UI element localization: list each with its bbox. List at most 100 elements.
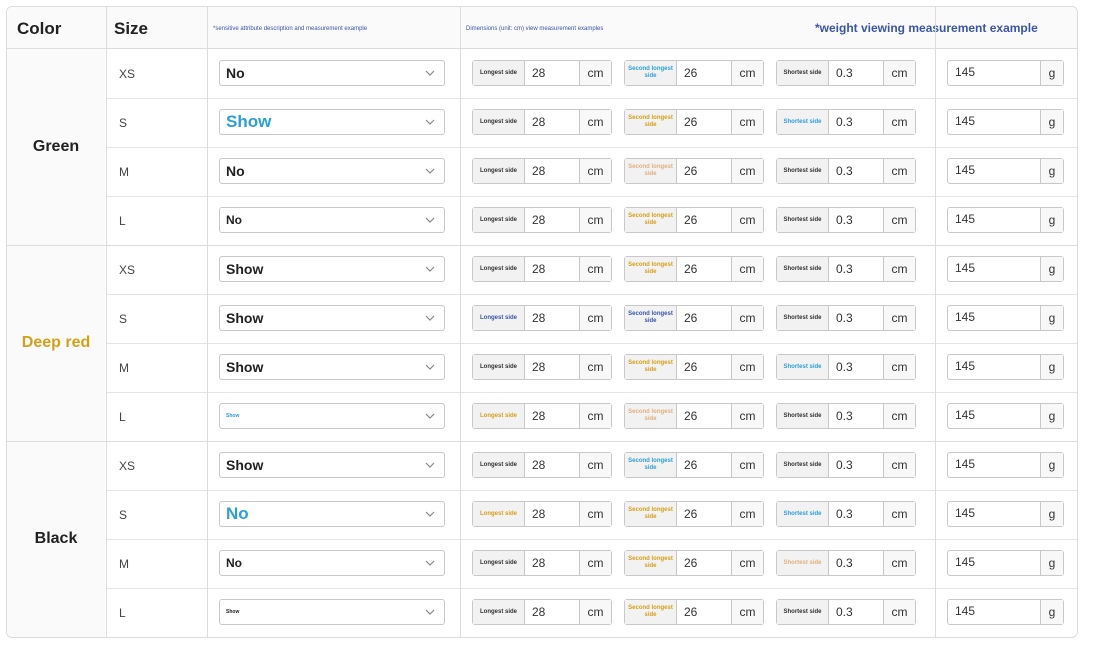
second-longest-side-field[interactable]: Second longest side 26 cm	[624, 599, 764, 625]
field-value[interactable]: 0.3	[829, 502, 883, 526]
field-value[interactable]: 28	[525, 110, 579, 134]
attribute-select[interactable]: Show	[219, 403, 445, 429]
weight-field[interactable]: 145 g	[947, 207, 1064, 233]
weight-value[interactable]: 145	[948, 453, 1040, 477]
weight-field[interactable]: 145 g	[947, 60, 1064, 86]
field-value[interactable]: 28	[525, 159, 579, 183]
weight-value[interactable]: 145	[948, 600, 1040, 624]
weight-field[interactable]: 145 g	[947, 599, 1064, 625]
longest-side-field[interactable]: Longest side 28 cm	[472, 60, 612, 86]
field-value[interactable]: 26	[677, 306, 731, 330]
weight-field[interactable]: 145 g	[947, 109, 1064, 135]
shortest-side-field[interactable]: Shortest side 0.3 cm	[776, 354, 916, 380]
shortest-side-field[interactable]: Shortest side 0.3 cm	[776, 158, 916, 184]
second-longest-side-field[interactable]: Second longest side 26 cm	[624, 60, 764, 86]
weight-field[interactable]: 145 g	[947, 158, 1064, 184]
field-value[interactable]: 26	[677, 61, 731, 85]
field-value[interactable]: 0.3	[829, 551, 883, 575]
attribute-select[interactable]: No	[219, 550, 445, 576]
second-longest-side-field[interactable]: Second longest side 26 cm	[624, 158, 764, 184]
field-value[interactable]: 26	[677, 110, 731, 134]
second-longest-side-field[interactable]: Second longest side 26 cm	[624, 109, 764, 135]
weight-field[interactable]: 145 g	[947, 305, 1064, 331]
shortest-side-field[interactable]: Shortest side 0.3 cm	[776, 60, 916, 86]
field-value[interactable]: 28	[525, 453, 579, 477]
second-longest-side-field[interactable]: Second longest side 26 cm	[624, 452, 764, 478]
attribute-select[interactable]: No	[219, 207, 445, 233]
weight-field[interactable]: 145 g	[947, 354, 1064, 380]
field-value[interactable]: 0.3	[829, 257, 883, 281]
field-value[interactable]: 26	[677, 600, 731, 624]
shortest-side-field[interactable]: Shortest side 0.3 cm	[776, 599, 916, 625]
weight-value[interactable]: 145	[948, 61, 1040, 85]
longest-side-field[interactable]: Longest side 28 cm	[472, 403, 612, 429]
field-value[interactable]: 28	[525, 404, 579, 428]
weight-value[interactable]: 145	[948, 257, 1040, 281]
shortest-side-field[interactable]: Shortest side 0.3 cm	[776, 550, 916, 576]
field-value[interactable]: 26	[677, 159, 731, 183]
field-value[interactable]: 28	[525, 355, 579, 379]
weight-field[interactable]: 145 g	[947, 452, 1064, 478]
field-value[interactable]: 28	[525, 61, 579, 85]
field-value[interactable]: 26	[677, 257, 731, 281]
field-value[interactable]: 26	[677, 404, 731, 428]
shortest-side-field[interactable]: Shortest side 0.3 cm	[776, 403, 916, 429]
weight-value[interactable]: 145	[948, 159, 1040, 183]
attribute-select[interactable]: Show	[219, 599, 445, 625]
attribute-select[interactable]: Show	[219, 256, 445, 282]
weight-value[interactable]: 145	[948, 355, 1040, 379]
shortest-side-field[interactable]: Shortest side 0.3 cm	[776, 109, 916, 135]
field-value[interactable]: 0.3	[829, 208, 883, 232]
second-longest-side-field[interactable]: Second longest side 26 cm	[624, 403, 764, 429]
field-value[interactable]: 26	[677, 453, 731, 477]
longest-side-field[interactable]: Longest side 28 cm	[472, 207, 612, 233]
second-longest-side-field[interactable]: Second longest side 26 cm	[624, 256, 764, 282]
shortest-side-field[interactable]: Shortest side 0.3 cm	[776, 207, 916, 233]
field-value[interactable]: 0.3	[829, 355, 883, 379]
longest-side-field[interactable]: Longest side 28 cm	[472, 109, 612, 135]
shortest-side-field[interactable]: Shortest side 0.3 cm	[776, 256, 916, 282]
longest-side-field[interactable]: Longest side 28 cm	[472, 354, 612, 380]
field-value[interactable]: 28	[525, 208, 579, 232]
longest-side-field[interactable]: Longest side 28 cm	[472, 599, 612, 625]
attribute-select[interactable]: Show	[219, 452, 445, 478]
attribute-select[interactable]: No	[219, 60, 445, 86]
field-value[interactable]: 0.3	[829, 404, 883, 428]
weight-field[interactable]: 145 g	[947, 403, 1064, 429]
field-value[interactable]: 28	[525, 551, 579, 575]
attribute-select[interactable]: No	[219, 158, 445, 184]
field-value[interactable]: 0.3	[829, 600, 883, 624]
weight-field[interactable]: 145 g	[947, 501, 1064, 527]
longest-side-field[interactable]: Longest side 28 cm	[472, 305, 612, 331]
second-longest-side-field[interactable]: Second longest side 26 cm	[624, 305, 764, 331]
weight-field[interactable]: 145 g	[947, 550, 1064, 576]
field-value[interactable]: 26	[677, 355, 731, 379]
second-longest-side-field[interactable]: Second longest side 26 cm	[624, 207, 764, 233]
weight-value[interactable]: 145	[948, 110, 1040, 134]
field-value[interactable]: 0.3	[829, 159, 883, 183]
weight-value[interactable]: 145	[948, 208, 1040, 232]
field-value[interactable]: 0.3	[829, 110, 883, 134]
second-longest-side-field[interactable]: Second longest side 26 cm	[624, 550, 764, 576]
attribute-select[interactable]: Show	[219, 305, 445, 331]
weight-value[interactable]: 145	[948, 551, 1040, 575]
field-value[interactable]: 26	[677, 208, 731, 232]
field-value[interactable]: 28	[525, 502, 579, 526]
weight-value[interactable]: 145	[948, 502, 1040, 526]
field-value[interactable]: 26	[677, 551, 731, 575]
field-value[interactable]: 0.3	[829, 306, 883, 330]
field-value[interactable]: 28	[525, 600, 579, 624]
field-value[interactable]: 28	[525, 306, 579, 330]
field-value[interactable]: 0.3	[829, 61, 883, 85]
field-value[interactable]: 26	[677, 502, 731, 526]
longest-side-field[interactable]: Longest side 28 cm	[472, 256, 612, 282]
longest-side-field[interactable]: Longest side 28 cm	[472, 158, 612, 184]
field-value[interactable]: 28	[525, 257, 579, 281]
longest-side-field[interactable]: Longest side 28 cm	[472, 550, 612, 576]
weight-field[interactable]: 145 g	[947, 256, 1064, 282]
weight-value[interactable]: 145	[948, 404, 1040, 428]
longest-side-field[interactable]: Longest side 28 cm	[472, 501, 612, 527]
second-longest-side-field[interactable]: Second longest side 26 cm	[624, 354, 764, 380]
weight-value[interactable]: 145	[948, 306, 1040, 330]
attribute-select[interactable]: No	[219, 501, 445, 527]
